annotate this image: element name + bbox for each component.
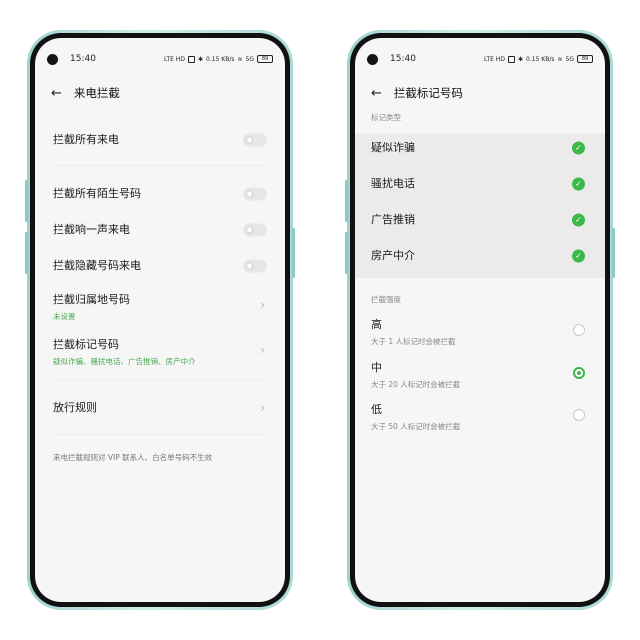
battery-icon: 89 [257,55,273,63]
back-arrow-icon[interactable]: ← [51,87,62,100]
wifi-icon: ≋ [557,55,563,63]
status-bar: 15:40 LTE HD ✱ 0.15 KB/s ≋ 5G 89 [47,52,273,66]
setting-block-region[interactable]: 拦截归属地号码 未设置 › [53,291,267,321]
block-region-status: 未设置 [53,312,76,321]
side-button [345,232,348,274]
block-one-ring-toggle[interactable] [243,223,267,237]
block-all-label: 拦截所有来电 [53,133,119,146]
block-unknown-toggle[interactable] [243,187,267,201]
phone-frame-left: 15:40 LTE HD ✱ 0.15 KB/s ≋ 5G 89 ← 来电拦截 … [27,30,293,610]
strength-option-label: 高 [371,318,382,331]
side-button [345,180,348,222]
tag-type-section-label: 标记类型 [371,113,401,122]
wifi-icon: ≋ [237,55,243,63]
tag-option[interactable]: 房产中介 ✓ [371,246,587,266]
network-type: LTE HD [483,55,505,63]
back-arrow-icon[interactable]: ← [371,87,382,100]
side-button [25,180,28,222]
nfc-icon [188,55,195,63]
tag-option-label: 骚扰电话 [371,177,415,190]
call-blocking-screen: 15:40 LTE HD ✱ 0.15 KB/s ≋ 5G 89 ← 来电拦截 … [35,38,285,602]
strength-option-label: 中 [371,361,382,374]
tag-option-label: 房产中介 [371,249,415,262]
divider [53,379,267,380]
status-time: 15:40 [70,54,96,64]
phone-bezel: 15:40 LTE HD ✱ 0.15 KB/s ≋ 5G 89 ← 来电拦截 … [30,33,290,607]
tag-option[interactable]: 疑似诈骗 ✓ [371,138,587,158]
signal-text: 5G [245,55,254,63]
signal-text: 5G [565,55,574,63]
check-circle-icon[interactable]: ✓ [572,141,585,155]
status-time: 15:40 [390,54,416,64]
nfc-icon [508,55,515,63]
block-tagged-summary: 疑似诈骗、骚扰电话、广告推销、房产中介 [53,357,196,366]
tagged-numbers-screen: 15:40 LTE HD ✱ 0.15 KB/s ≋ 5G 89 ← 拦截标记号… [355,38,605,602]
strength-section-label: 拦截强度 [371,295,401,304]
chevron-right-icon: › [260,343,265,357]
tag-option[interactable]: 骚扰电话 ✓ [371,174,587,194]
strength-option-desc: 大于 1 人标记时会被拦截 [371,337,456,346]
strength-option-desc: 大于 20 人标记时会被拦截 [371,380,461,389]
side-button [612,228,615,278]
phone-bezel: 15:40 LTE HD ✱ 0.15 KB/s ≋ 5G 89 ← 拦截标记号… [350,33,610,607]
side-button [25,232,28,274]
block-tagged-label: 拦截标记号码 [53,338,119,351]
divider [53,434,267,435]
bluetooth-icon: ✱ [518,55,524,63]
radio-button-selected[interactable] [573,367,585,379]
strength-option-high[interactable]: 高 大于 1 人标记时会被拦截 [371,316,587,346]
page-header: ← 拦截标记号码 [371,83,589,103]
block-hidden-label: 拦截隐藏号码来电 [53,259,141,272]
phone-frame-right: 15:40 LTE HD ✱ 0.15 KB/s ≋ 5G 89 ← 拦截标记号… [347,30,613,610]
page-title: 来电拦截 [73,86,120,100]
footnote: 来电拦截规则对 VIP 联系人、白名单号码不生效 [53,453,213,462]
setting-allow-rules[interactable]: 放行规则 › [53,398,267,418]
check-circle-icon[interactable]: ✓ [572,177,585,191]
allow-rules-label: 放行规则 [53,401,97,414]
battery-icon: 89 [577,55,593,63]
setting-block-tagged[interactable]: 拦截标记号码 疑似诈骗、骚扰电话、广告推销、房产中介 › [53,336,267,366]
strength-option-medium[interactable]: 中 大于 20 人标记时会被拦截 [371,359,587,389]
status-bar: 15:40 LTE HD ✱ 0.15 KB/s ≋ 5G 89 [367,52,593,66]
tag-option-label: 广告推销 [371,213,415,226]
block-region-label: 拦截归属地号码 [53,293,130,306]
check-circle-icon[interactable]: ✓ [572,249,585,263]
tag-option[interactable]: 广告推销 ✓ [371,210,587,230]
strength-option-label: 低 [371,403,382,416]
speed-text: 0.15 KB/s [526,55,555,63]
block-unknown-label: 拦截所有陌生号码 [53,187,141,200]
setting-block-unknown[interactable]: 拦截所有陌生号码 [53,184,267,204]
setting-block-one-ring[interactable]: 拦截响一声来电 [53,220,267,240]
radio-button[interactable] [573,324,585,336]
block-all-toggle[interactable] [243,133,267,147]
strength-option-low[interactable]: 低 大于 50 人标记时会被拦截 [371,401,587,431]
setting-block-hidden[interactable]: 拦截隐藏号码来电 [53,256,267,276]
block-one-ring-label: 拦截响一声来电 [53,223,130,236]
side-button [292,228,295,278]
front-camera [367,53,378,65]
page-title: 拦截标记号码 [393,86,463,100]
divider [53,165,267,166]
tag-option-label: 疑似诈骗 [371,141,415,154]
chevron-right-icon: › [260,401,265,415]
speed-text: 0.15 KB/s [206,55,235,63]
chevron-right-icon: › [260,298,265,312]
block-hidden-toggle[interactable] [243,259,267,273]
strength-option-desc: 大于 50 人标记时会被拦截 [371,422,461,431]
status-icons: LTE HD ✱ 0.15 KB/s ≋ 5G 89 [164,55,273,63]
radio-button[interactable] [573,409,585,421]
network-type: LTE HD [163,55,185,63]
status-icons: LTE HD ✱ 0.15 KB/s ≋ 5G 89 [484,55,593,63]
front-camera [47,53,58,65]
bluetooth-icon: ✱ [198,55,204,63]
setting-block-all[interactable]: 拦截所有来电 [53,130,267,150]
check-circle-icon[interactable]: ✓ [572,213,585,227]
page-header: ← 来电拦截 [51,83,269,103]
